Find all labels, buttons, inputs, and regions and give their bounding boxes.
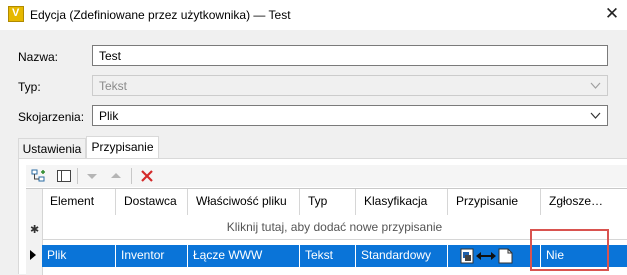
typ-label: Typ: xyxy=(18,80,41,94)
column-header-wlasciwosc[interactable]: Właściwość pliku xyxy=(188,189,300,215)
toolbar-separator xyxy=(131,168,132,184)
tab-ustawienia[interactable]: Ustawienia xyxy=(18,138,86,159)
document-icon xyxy=(460,248,474,264)
delete-icon[interactable] xyxy=(138,167,156,185)
page-icon xyxy=(498,248,513,264)
cell-typ: Tekst xyxy=(300,245,356,267)
column-header-zgloszenie[interactable]: Zgłosze… xyxy=(541,189,627,215)
tab-przypisanie[interactable]: Przypisanie xyxy=(86,136,159,159)
mapping-direction-icons xyxy=(460,248,513,264)
bidirectional-arrow-icon xyxy=(476,252,496,260)
cell-przypisanie xyxy=(448,245,541,267)
arrow-up-icon xyxy=(111,173,121,178)
typ-value: Tekst xyxy=(99,79,128,93)
title-bar: V Edycja (Zdefiniowane przez użytkownika… xyxy=(0,0,627,30)
chevron-down-icon xyxy=(590,82,601,89)
highlight-box xyxy=(530,229,609,271)
grid-toolbar xyxy=(26,165,627,187)
panel-icon[interactable] xyxy=(55,167,73,185)
skojarzenia-label: Skojarzenia: xyxy=(18,110,85,124)
new-row-marker: ✱ xyxy=(30,224,40,236)
close-icon[interactable]: ✕ xyxy=(600,3,624,27)
toolbar-separator xyxy=(77,168,78,184)
tree-add-icon[interactable] xyxy=(30,167,48,185)
column-header-klasyfikacja[interactable]: Klasyfikacja xyxy=(356,189,448,215)
skojarzenia-dropdown[interactable]: Plik xyxy=(92,105,608,126)
skojarzenia-value: Plik xyxy=(99,109,119,123)
column-header-dostawca[interactable]: Dostawca xyxy=(116,189,188,215)
column-header-typ[interactable]: Typ xyxy=(300,189,356,215)
nazwa-label: Nazwa: xyxy=(18,50,59,64)
cell-element: Plik xyxy=(42,245,116,267)
nazwa-value: Test xyxy=(99,49,122,63)
app-icon: V xyxy=(8,6,24,22)
chevron-down-icon xyxy=(590,112,601,119)
cell-dostawca: Inventor xyxy=(116,245,188,267)
column-header-element[interactable]: Element xyxy=(42,189,116,215)
current-row-indicator xyxy=(30,250,36,260)
typ-dropdown: Tekst xyxy=(92,75,608,96)
cell-klasyfikacja: Standardowy xyxy=(356,245,448,267)
window-title: Edycja (Zdefiniowane przez użytkownika) … xyxy=(30,8,291,22)
column-header-przypisanie[interactable]: Przypisanie xyxy=(448,189,541,215)
nazwa-field[interactable]: Test xyxy=(92,45,608,66)
cell-wlasciwosc: Łącze WWW xyxy=(188,245,300,267)
arrow-down-icon xyxy=(87,174,97,179)
